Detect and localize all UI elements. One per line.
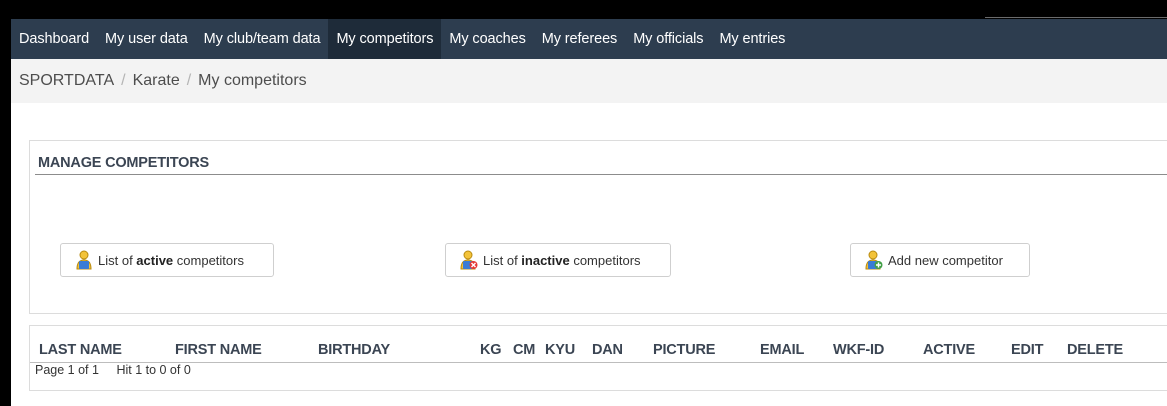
hit-count: Hit 1 to 0 of 0	[116, 363, 191, 377]
table-pager: Page 1 of 1 Hit 1 to 0 of 0	[35, 363, 205, 377]
nav-dashboard[interactable]: Dashboard	[11, 19, 97, 59]
add-new-competitor-button[interactable]: Add new competitor	[850, 243, 1030, 277]
user-add-icon	[865, 250, 883, 270]
breadcrumb-separator: /	[186, 72, 192, 89]
user-remove-icon	[460, 250, 478, 270]
col-first-name[interactable]: FIRST NAME	[175, 342, 262, 358]
main-navbar: Dashboard My user data My club/team data…	[11, 19, 1167, 59]
col-kg[interactable]: KG	[480, 342, 502, 358]
button-text: List of active competitors	[98, 252, 244, 268]
nav-my-user-data[interactable]: My user data	[97, 19, 196, 59]
list-inactive-competitors-button[interactable]: List of inactive competitors	[445, 243, 671, 277]
page-frame: Dashboard My user data My club/team data…	[11, 19, 1167, 406]
col-wkf-id[interactable]: WKF-ID	[833, 342, 884, 358]
nav-my-coaches[interactable]: My coaches	[441, 19, 533, 59]
user-icon	[75, 250, 93, 270]
col-picture[interactable]: PICTURE	[653, 342, 715, 358]
breadcrumb-current: My competitors	[198, 72, 307, 89]
col-dan[interactable]: DAN	[592, 342, 623, 358]
col-edit[interactable]: EDIT	[1011, 342, 1043, 358]
competitors-table: LAST NAME FIRST NAME BIRTHDAY KG CM KYU …	[29, 325, 1167, 391]
window-top-line	[985, 17, 1167, 18]
col-email[interactable]: EMAIL	[760, 342, 804, 358]
panel-title: MANAGE COMPETITORS	[38, 155, 209, 171]
button-text: List of inactive competitors	[483, 252, 641, 268]
col-birthday[interactable]: BIRTHDAY	[318, 342, 390, 358]
col-delete[interactable]: DELETE	[1067, 342, 1123, 358]
nav-my-competitors[interactable]: My competitors	[328, 19, 442, 59]
nav-my-entries[interactable]: My entries	[711, 19, 793, 59]
col-cm[interactable]: CM	[513, 342, 535, 358]
breadcrumb-separator: /	[121, 72, 126, 89]
breadcrumb-sportdata[interactable]: SPORTDATA	[19, 72, 114, 90]
nav-my-club-team-data[interactable]: My club/team data	[196, 19, 329, 59]
manage-competitors-panel: MANAGE COMPETITORS List of active compet…	[29, 140, 1167, 314]
breadcrumb-karate[interactable]: Karate	[133, 72, 180, 90]
col-active[interactable]: ACTIVE	[923, 342, 975, 358]
page-indicator: Page 1 of 1	[35, 363, 99, 377]
nav-my-referees[interactable]: My referees	[534, 19, 625, 59]
table-header-row: LAST NAME FIRST NAME BIRTHDAY KG CM KYU …	[30, 338, 1167, 363]
col-kyu[interactable]: KYU	[545, 342, 575, 358]
button-text: Add new competitor	[888, 252, 1003, 268]
list-active-competitors-button[interactable]: List of active competitors	[60, 243, 274, 277]
panel-divider	[35, 174, 1167, 175]
nav-my-officials[interactable]: My officials	[625, 19, 711, 59]
col-last-name[interactable]: LAST NAME	[39, 342, 122, 358]
breadcrumb: SPORTDATA / Karate / My competitors	[11, 59, 1167, 103]
